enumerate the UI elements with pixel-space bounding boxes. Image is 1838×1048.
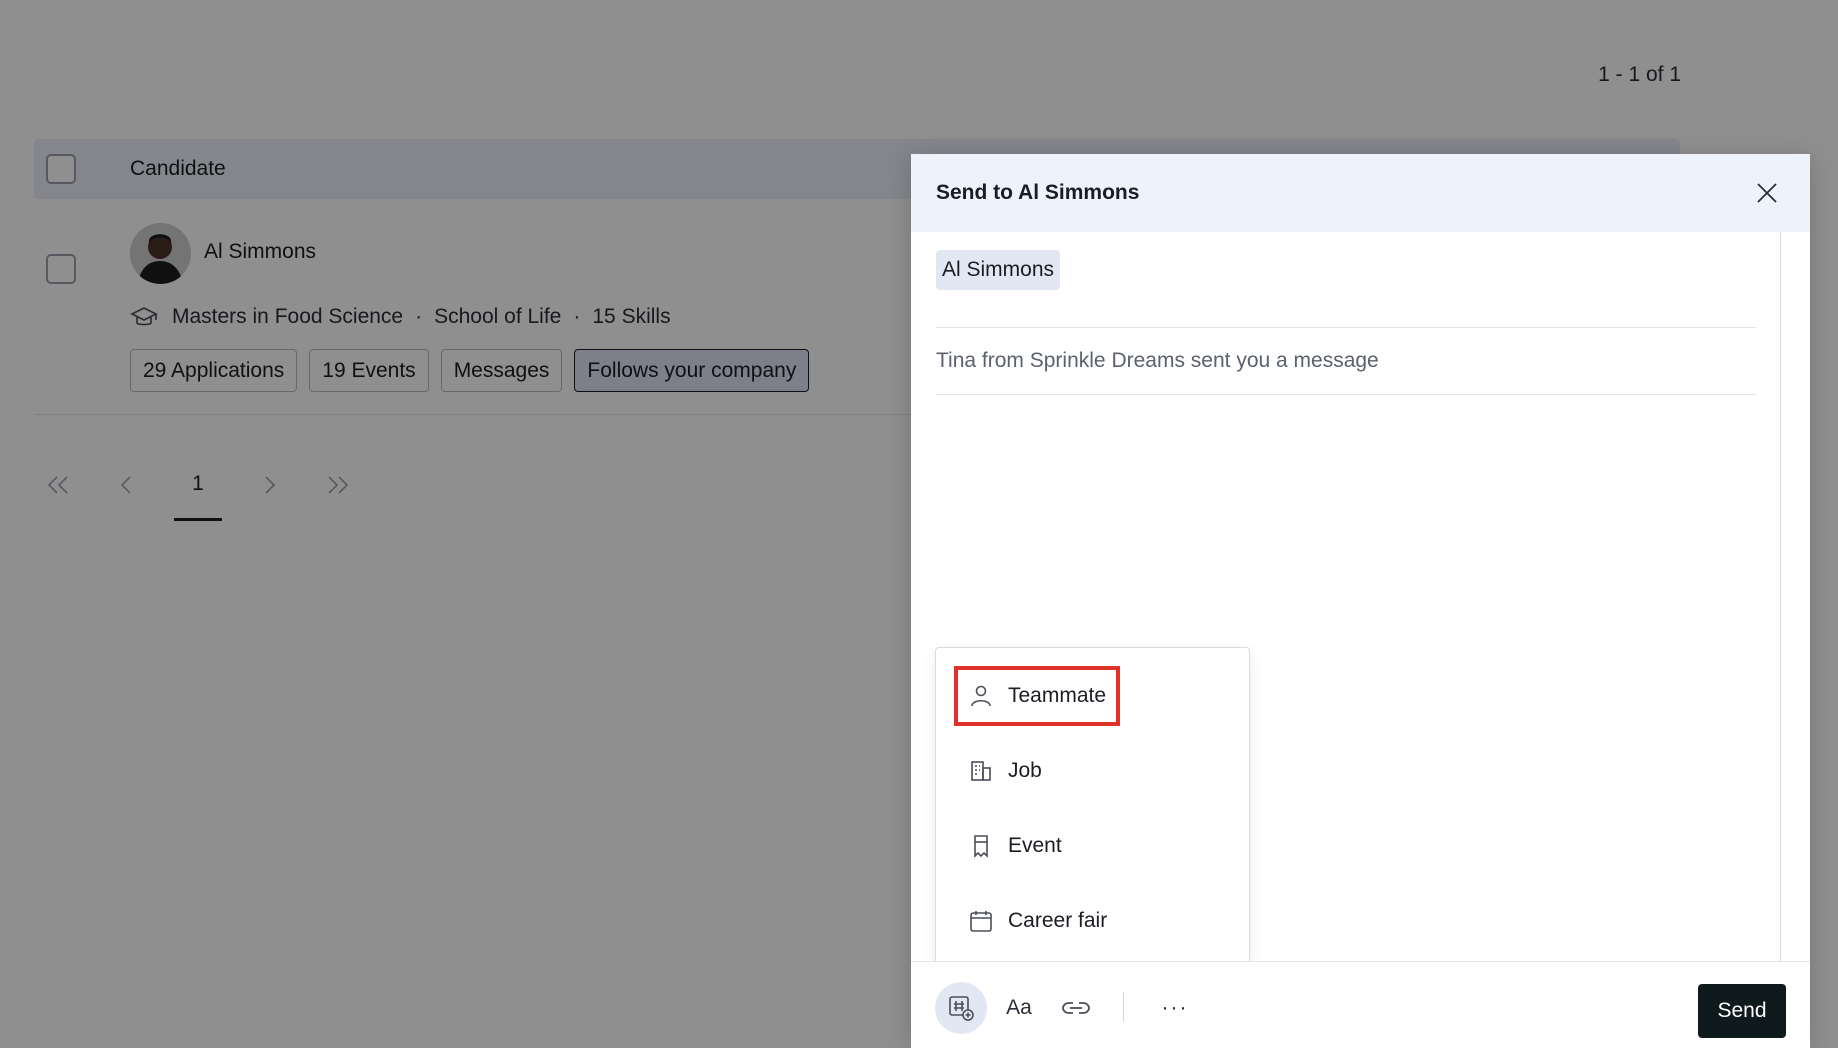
- menu-item-label: Event: [1008, 834, 1062, 857]
- close-button[interactable]: [1749, 175, 1785, 211]
- compose-toolbar: Aa ··· Send: [911, 961, 1810, 1048]
- insert-button[interactable]: [935, 982, 987, 1034]
- toolbar-separator: [1123, 992, 1124, 1022]
- menu-item-teammate[interactable]: Teammate: [953, 666, 1121, 726]
- building-icon: [968, 758, 994, 784]
- menu-item-label: Career fair: [1008, 909, 1108, 932]
- divider: [936, 327, 1756, 328]
- recipient-chip[interactable]: Al Simmons: [936, 250, 1061, 290]
- text-format-button[interactable]: Aa: [993, 982, 1045, 1034]
- more-options-button[interactable]: ···: [1149, 982, 1201, 1034]
- modal-header: Send to Al Simmons: [911, 154, 1810, 232]
- close-icon: [1757, 183, 1777, 203]
- send-button[interactable]: Send: [1698, 984, 1786, 1038]
- menu-item-label: Teammate: [1008, 684, 1107, 707]
- menu-item-event[interactable]: Event: [958, 820, 1072, 872]
- person-icon: [968, 683, 994, 709]
- menu-item-job[interactable]: Job: [958, 745, 1052, 797]
- subject-input[interactable]: [936, 340, 1756, 382]
- insert-link-button[interactable]: [1050, 982, 1102, 1034]
- modal-title: Send to Al Simmons: [936, 181, 1140, 204]
- insert-menu: Teammate Job Event Career fair: [935, 647, 1250, 969]
- menu-item-career-fair[interactable]: Career fair: [958, 895, 1117, 947]
- divider: [936, 394, 1756, 395]
- calendar-icon: [968, 908, 994, 934]
- ticket-icon: [968, 833, 994, 859]
- link-icon: [1062, 1002, 1090, 1014]
- menu-item-label: Job: [1008, 759, 1042, 782]
- insert-variable-icon: [949, 996, 974, 1021]
